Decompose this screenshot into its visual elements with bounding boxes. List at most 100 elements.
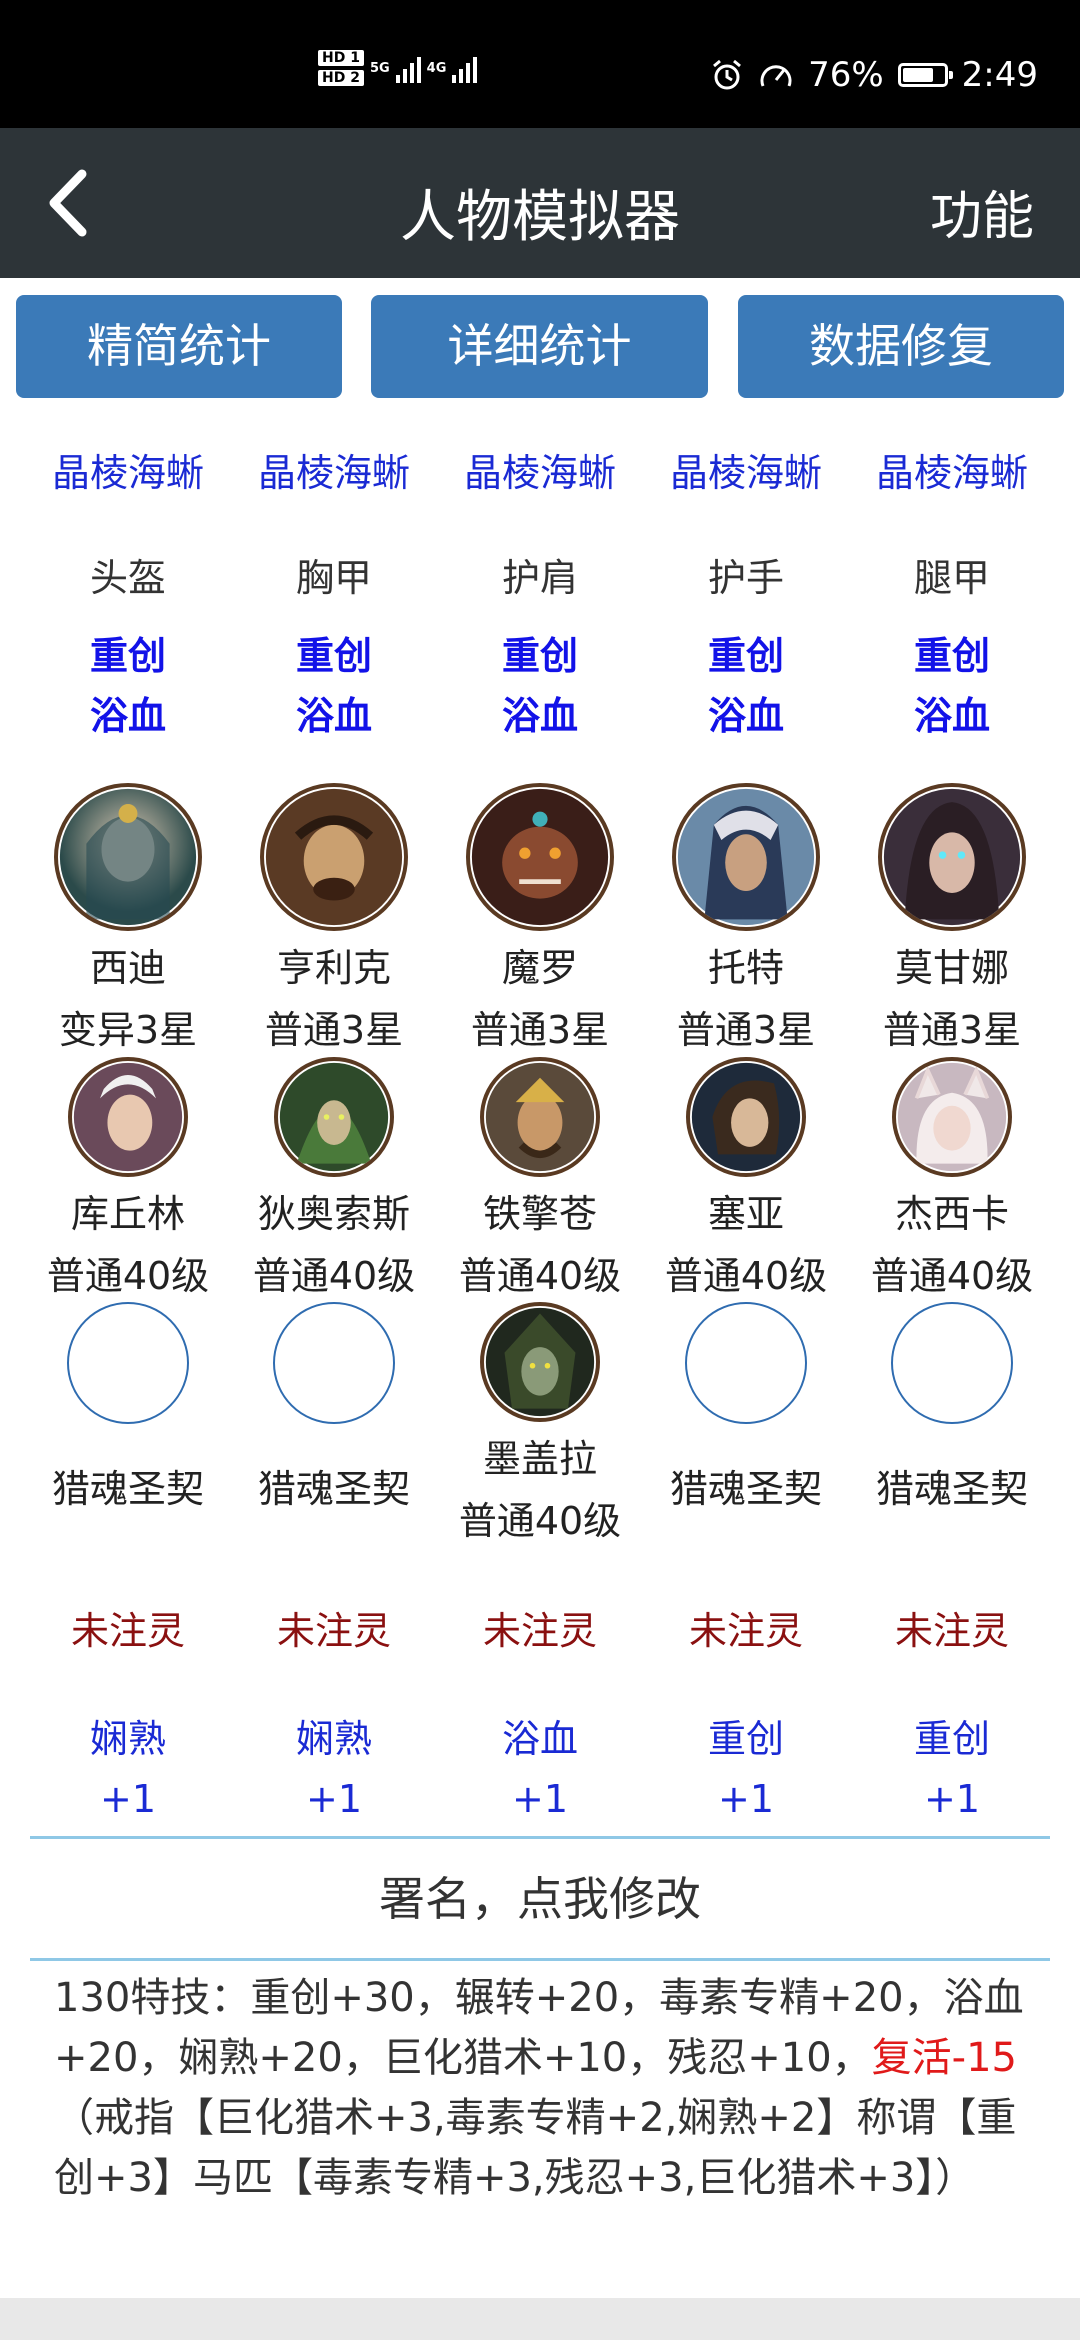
hero-grade: 普通3星 [470, 1008, 610, 1052]
hero-grade: 普通3星 [264, 1008, 404, 1052]
empty-slot[interactable] [685, 1302, 807, 1424]
hero-grade: 普通40级 [46, 1254, 210, 1298]
hero-name: 库丘林 [70, 1192, 185, 1236]
gear-slot-label: 胸甲 [295, 556, 372, 600]
soul-contract-name: 猎魂圣契 [875, 1467, 1028, 1511]
bonus-value: +1 [99, 1777, 157, 1821]
empty-slot[interactable] [891, 1302, 1013, 1424]
battery-icon [897, 63, 953, 87]
bonus-name: 重创 [913, 1717, 990, 1761]
hero-name: 亨利克 [276, 946, 391, 990]
spirit-status[interactable]: 未注灵 [231, 1600, 437, 1655]
gear-name[interactable]: 晶棱海蜥 [643, 442, 849, 497]
brief-stats-button[interactable]: 精简统计 [16, 295, 342, 398]
soul-contract-name: 墨盖拉 [482, 1437, 597, 1481]
hero-name: 西迪 [89, 946, 166, 990]
gear-slot-label: 护肩 [501, 556, 578, 600]
hero-grade: 普通40级 [458, 1254, 622, 1298]
gear-name[interactable]: 晶棱海蜥 [25, 442, 231, 497]
hero-avatar-xidi[interactable] [54, 783, 202, 931]
status-bar: HD 1 HD 2 5G 4G 76% 2:49 [0, 0, 1080, 128]
hero-name: 铁擎苍 [482, 1192, 597, 1236]
hd1-badge: HD 1 [318, 50, 364, 66]
hero-avatar-jiexika[interactable] [892, 1057, 1012, 1177]
hero-avatar-diaosuosi[interactable] [274, 1057, 394, 1177]
spirit-status[interactable]: 未注灵 [643, 1600, 849, 1655]
gear-slot-label: 头盔 [89, 556, 166, 600]
bonus-name: 娴熟 [89, 1717, 166, 1761]
bonus-value: +1 [717, 1777, 775, 1821]
spirit-status[interactable]: 未注灵 [437, 1600, 643, 1655]
hero-avatar-kuqiulin[interactable] [68, 1057, 188, 1177]
soul-contract-grade: 普通40级 [458, 1499, 622, 1543]
divider-bottom [30, 1958, 1050, 1961]
gear-name[interactable]: 晶棱海蜥 [437, 442, 643, 497]
skill-summary-sources: （戒指【巨化猎术+3,毒素专精+2,娴熟+2】称谓【重创+3】马匹【毒素专精+3… [54, 2095, 1017, 2201]
affix-primary[interactable]: 重创 [643, 626, 849, 686]
hero-grade: 普通3星 [882, 1008, 1022, 1052]
bonus-value: +1 [511, 1777, 569, 1821]
hero-avatar-moganna[interactable] [878, 783, 1026, 931]
affix-primary[interactable]: 重创 [849, 626, 1055, 686]
detailed-stats-button[interactable]: 详细统计 [371, 295, 708, 398]
hero-name: 魔罗 [501, 946, 578, 990]
network-5g-label: 5G [369, 60, 390, 76]
soul-contract-name: 猎魂圣契 [669, 1467, 822, 1511]
clock: 2:49 [961, 55, 1038, 95]
affix-secondary[interactable]: 浴血 [643, 686, 849, 746]
signature-edit-button[interactable]: 署名，点我修改 [0, 1863, 1080, 1929]
bonus-value: +1 [305, 1777, 363, 1821]
hero-name: 托特 [707, 946, 784, 990]
affix-secondary[interactable]: 浴血 [25, 686, 231, 746]
hero-avatar-saiya[interactable] [686, 1057, 806, 1177]
status-right: 76% 2:49 [710, 55, 1038, 95]
bonus-name: 浴血 [501, 1717, 578, 1761]
spirit-status[interactable]: 未注灵 [25, 1600, 231, 1655]
hd-indicators: HD 1 HD 2 [318, 50, 364, 86]
hero-avatar-moluo[interactable] [466, 783, 614, 931]
affix-primary[interactable]: 重创 [437, 626, 643, 686]
hero-grade: 普通3星 [676, 1008, 816, 1052]
divider-top [30, 1836, 1050, 1839]
bonus-value: +1 [923, 1777, 981, 1821]
hero-name: 莫甘娜 [894, 946, 1009, 990]
affix-secondary[interactable]: 浴血 [849, 686, 1055, 746]
skill-summary-revive: 复活-15 [871, 2035, 1017, 2081]
signal-area: HD 1 HD 2 5G 4G [318, 50, 478, 86]
function-menu-button[interactable]: 功能 [930, 174, 1034, 249]
affix-secondary[interactable]: 浴血 [231, 686, 437, 746]
alarm-icon [713, 59, 742, 90]
speedometer-icon [760, 65, 792, 87]
skill-summary: 130特技：重创+30，辗转+20，毒素专精+20，浴血+20，娴熟+20，巨化… [54, 1968, 1034, 2208]
bottom-panel [0, 2298, 1080, 2340]
hero-grade: 普通40级 [252, 1254, 416, 1298]
data-repair-button[interactable]: 数据修复 [738, 295, 1064, 398]
hero-name: 杰西卡 [894, 1192, 1009, 1236]
page-title: 人物模拟器 [400, 185, 680, 250]
battery-fill [902, 68, 934, 82]
hero-name: 塞亚 [707, 1192, 784, 1236]
affix-primary[interactable]: 重创 [25, 626, 231, 686]
empty-slot[interactable] [273, 1302, 395, 1424]
affix-primary[interactable]: 重创 [231, 626, 437, 686]
spirit-status[interactable]: 未注灵 [849, 1600, 1055, 1655]
soul-contract-name: 猎魂圣契 [51, 1467, 204, 1511]
hero-grade: 普通40级 [664, 1254, 828, 1298]
gear-name[interactable]: 晶棱海蜥 [231, 442, 437, 497]
gear-name[interactable]: 晶棱海蜥 [849, 442, 1055, 497]
hero-avatar-henglike[interactable] [260, 783, 408, 931]
signal-bars-icon [395, 53, 421, 83]
soul-contract-name: 猎魂圣契 [257, 1467, 410, 1511]
hero-avatar-tuote[interactable] [672, 783, 820, 931]
signal-bars-icon [452, 53, 478, 83]
gear-slot-label: 腿甲 [913, 556, 990, 600]
battery-percent: 76% [808, 55, 884, 95]
hero-avatar-tieqingcang[interactable] [480, 1057, 600, 1177]
network-4g-label: 4G [426, 60, 447, 76]
affix-secondary[interactable]: 浴血 [437, 686, 643, 746]
empty-slot[interactable] [67, 1302, 189, 1424]
hero-avatar-mogaila[interactable] [480, 1302, 600, 1422]
bonus-name: 重创 [707, 1717, 784, 1761]
hero-grade: 普通40级 [870, 1254, 1034, 1298]
bonus-name: 娴熟 [295, 1717, 372, 1761]
